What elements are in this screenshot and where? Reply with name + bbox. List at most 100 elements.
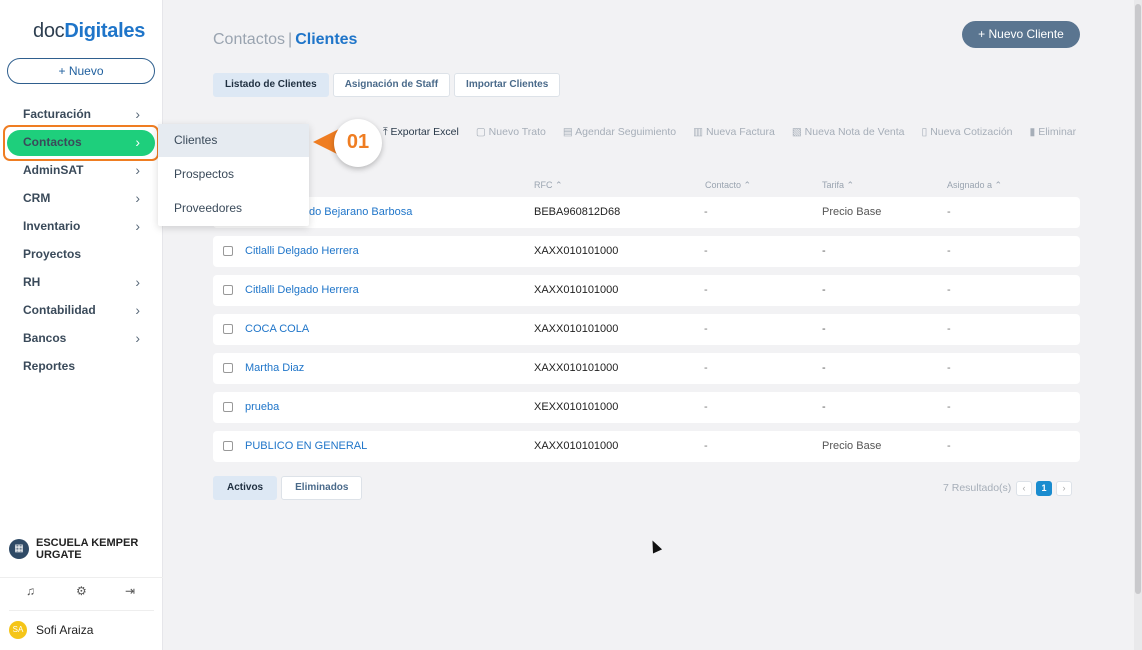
sidebar-item-inventario[interactable]: Inventario ›: [0, 212, 163, 240]
chevron-right-icon: ›: [135, 330, 140, 346]
cell-rfc: XAXX010101000: [534, 323, 619, 335]
cell-asignado: -: [947, 440, 951, 452]
mouse-cursor: [647, 538, 663, 554]
table-row[interactable]: Martha Diaz XAXX010101000 - - -: [213, 353, 1080, 384]
organization[interactable]: ▦ ESCUELA KEMPER URGATE: [9, 537, 146, 561]
new-sale-note-button[interactable]: ▧ Nueva Nota de Venta: [792, 126, 905, 139]
step-number: 01: [334, 119, 382, 167]
table-row[interactable]: Citlalli Delgado Herrera XAXX010101000 -…: [213, 275, 1080, 306]
cell-contacto: -: [704, 284, 708, 296]
building-icon: ▦: [9, 539, 29, 559]
cell-tarifa: -: [822, 362, 826, 374]
chevron-right-icon: ›: [135, 106, 140, 122]
column-header-tarifa[interactable]: Tarifa ⌃: [822, 180, 854, 191]
contactos-submenu: Clientes Prospectos Proveedores: [158, 124, 309, 226]
cell-name[interactable]: prueba: [245, 401, 279, 413]
cell-tarifa: Precio Base: [822, 206, 882, 218]
table-row[interactable]: Citlalli Delgado Herrera XAXX010101000 -…: [213, 236, 1080, 267]
logo[interactable]: docDigitales: [33, 20, 145, 43]
cell-name[interactable]: PUBLICO EN GENERAL: [245, 440, 367, 452]
cell-rfc: XAXX010101000: [534, 284, 619, 296]
cell-asignado: -: [947, 401, 951, 413]
organization-name: ESCUELA KEMPER URGATE: [36, 537, 139, 561]
sidebar-item-facturacion[interactable]: Facturación ›: [0, 100, 163, 128]
delete-button[interactable]: ▮ Eliminar: [1030, 126, 1077, 139]
row-checkbox[interactable]: [223, 363, 233, 373]
row-checkbox[interactable]: [223, 324, 233, 334]
cell-name[interactable]: Martha Diaz: [245, 362, 304, 374]
cell-tarifa: -: [822, 284, 826, 296]
cell-tarifa: Precio Base: [822, 440, 882, 452]
cell-rfc: BEBA960812D68: [534, 206, 621, 218]
sidebar-item-reportes[interactable]: Reportes: [0, 352, 163, 380]
cell-rfc: XEXX010101000: [534, 401, 619, 413]
table-row[interactable]: COCA COLA XAXX010101000 - - -: [213, 314, 1080, 345]
scrollbar-thumb[interactable]: [1135, 4, 1141, 594]
chevron-right-icon: ›: [135, 218, 140, 234]
sidebar-item-crm[interactable]: CRM ›: [0, 184, 163, 212]
prev-page-button[interactable]: ‹: [1016, 481, 1032, 496]
row-checkbox[interactable]: [223, 402, 233, 412]
tab-importar-clientes[interactable]: Importar Clientes: [454, 73, 561, 97]
toolbar: ⤒ Exportar Excel ▢ Nuevo Trato ▤ Agendar…: [383, 126, 1093, 139]
cell-name[interactable]: Citlalli Delgado Herrera: [245, 284, 359, 296]
export-excel-button[interactable]: ⤒ Exportar Excel: [383, 126, 459, 139]
user-name: Sofi Araiza: [36, 623, 94, 637]
new-quote-button[interactable]: ▯ Nueva Cotización: [922, 126, 1013, 139]
table-row[interactable]: PUBLICO EN GENERAL XAXX010101000 - Preci…: [213, 431, 1080, 462]
sidebar-item-contactos[interactable]: Contactos ›: [0, 125, 163, 161]
new-button[interactable]: + Nuevo: [7, 58, 155, 84]
sidebar-item-adminsat[interactable]: AdminSAT ›: [0, 156, 163, 184]
cell-name[interactable]: COCA COLA: [245, 323, 309, 335]
column-header-rfc[interactable]: RFC ⌃: [534, 180, 563, 191]
next-page-button[interactable]: ›: [1056, 481, 1072, 496]
tab-activos[interactable]: Activos: [213, 476, 278, 500]
cell-contacto: -: [704, 401, 708, 413]
new-invoice-button[interactable]: ▥ Nueva Factura: [693, 126, 775, 139]
chevron-right-icon: ›: [135, 302, 140, 318]
row-checkbox[interactable]: [223, 285, 233, 295]
sidebar-item-contabilidad[interactable]: Contabilidad ›: [0, 296, 163, 324]
row-checkbox[interactable]: [223, 246, 233, 256]
table-row[interactable]: prueba XEXX010101000 - - -: [213, 392, 1080, 423]
results-count: 7 Resultado(s): [943, 482, 1012, 494]
row-checkbox[interactable]: [223, 441, 233, 451]
cell-asignado: -: [947, 245, 951, 257]
sidebar-item-rh[interactable]: RH ›: [0, 268, 163, 296]
cell-contacto: -: [704, 323, 708, 335]
user-profile[interactable]: SA Sofi Araiza: [9, 610, 154, 639]
cell-tarifa: -: [822, 401, 826, 413]
sidebar-item-bancos[interactable]: Bancos ›: [0, 324, 163, 352]
column-header-contacto[interactable]: Contacto ⌃: [705, 180, 751, 191]
new-deal-button[interactable]: ▢ Nuevo Trato: [476, 126, 546, 139]
bell-icon[interactable]: ♫: [26, 584, 35, 598]
cell-asignado: -: [947, 323, 951, 335]
new-client-button[interactable]: + Nuevo Cliente: [962, 21, 1080, 48]
sidebar-footer-icons: ♫ ⚙ ⇥: [0, 577, 163, 598]
column-header-asignado[interactable]: Asignado a ⌃: [947, 180, 1002, 191]
logout-icon[interactable]: ⇥: [125, 584, 135, 598]
submenu-item-clientes[interactable]: Clientes: [158, 124, 309, 157]
cell-contacto: -: [704, 362, 708, 374]
cell-tarifa: -: [822, 323, 826, 335]
cell-asignado: -: [947, 362, 951, 374]
tab-eliminados[interactable]: Eliminados: [281, 476, 363, 500]
gear-icon[interactable]: ⚙: [76, 584, 87, 598]
sidebar: docDigitales + Nuevo Facturación › Contac…: [0, 0, 163, 650]
sidebar-item-proyectos[interactable]: Proyectos: [0, 240, 163, 268]
scrollbar[interactable]: [1134, 0, 1142, 650]
avatar: SA: [9, 621, 27, 639]
page-button[interactable]: 1: [1036, 481, 1052, 496]
cell-name[interactable]: do Bejarano Barbosa: [309, 206, 412, 218]
cell-contacto: -: [704, 206, 708, 218]
submenu-item-prospectos[interactable]: Prospectos: [158, 157, 309, 191]
cell-tarifa: -: [822, 245, 826, 257]
submenu-item-proveedores[interactable]: Proveedores: [158, 191, 309, 225]
chevron-right-icon: ›: [135, 274, 140, 290]
cell-name[interactable]: Citlalli Delgado Herrera: [245, 245, 359, 257]
step-callout: 01: [313, 119, 389, 169]
schedule-followup-button[interactable]: ▤ Agendar Seguimiento: [563, 126, 676, 139]
tab-listado-clientes[interactable]: Listado de Clientes: [213, 73, 329, 97]
tabs: Listado de Clientes Asignación de Staff …: [213, 73, 564, 97]
tab-asignacion-staff[interactable]: Asignación de Staff: [332, 73, 451, 97]
